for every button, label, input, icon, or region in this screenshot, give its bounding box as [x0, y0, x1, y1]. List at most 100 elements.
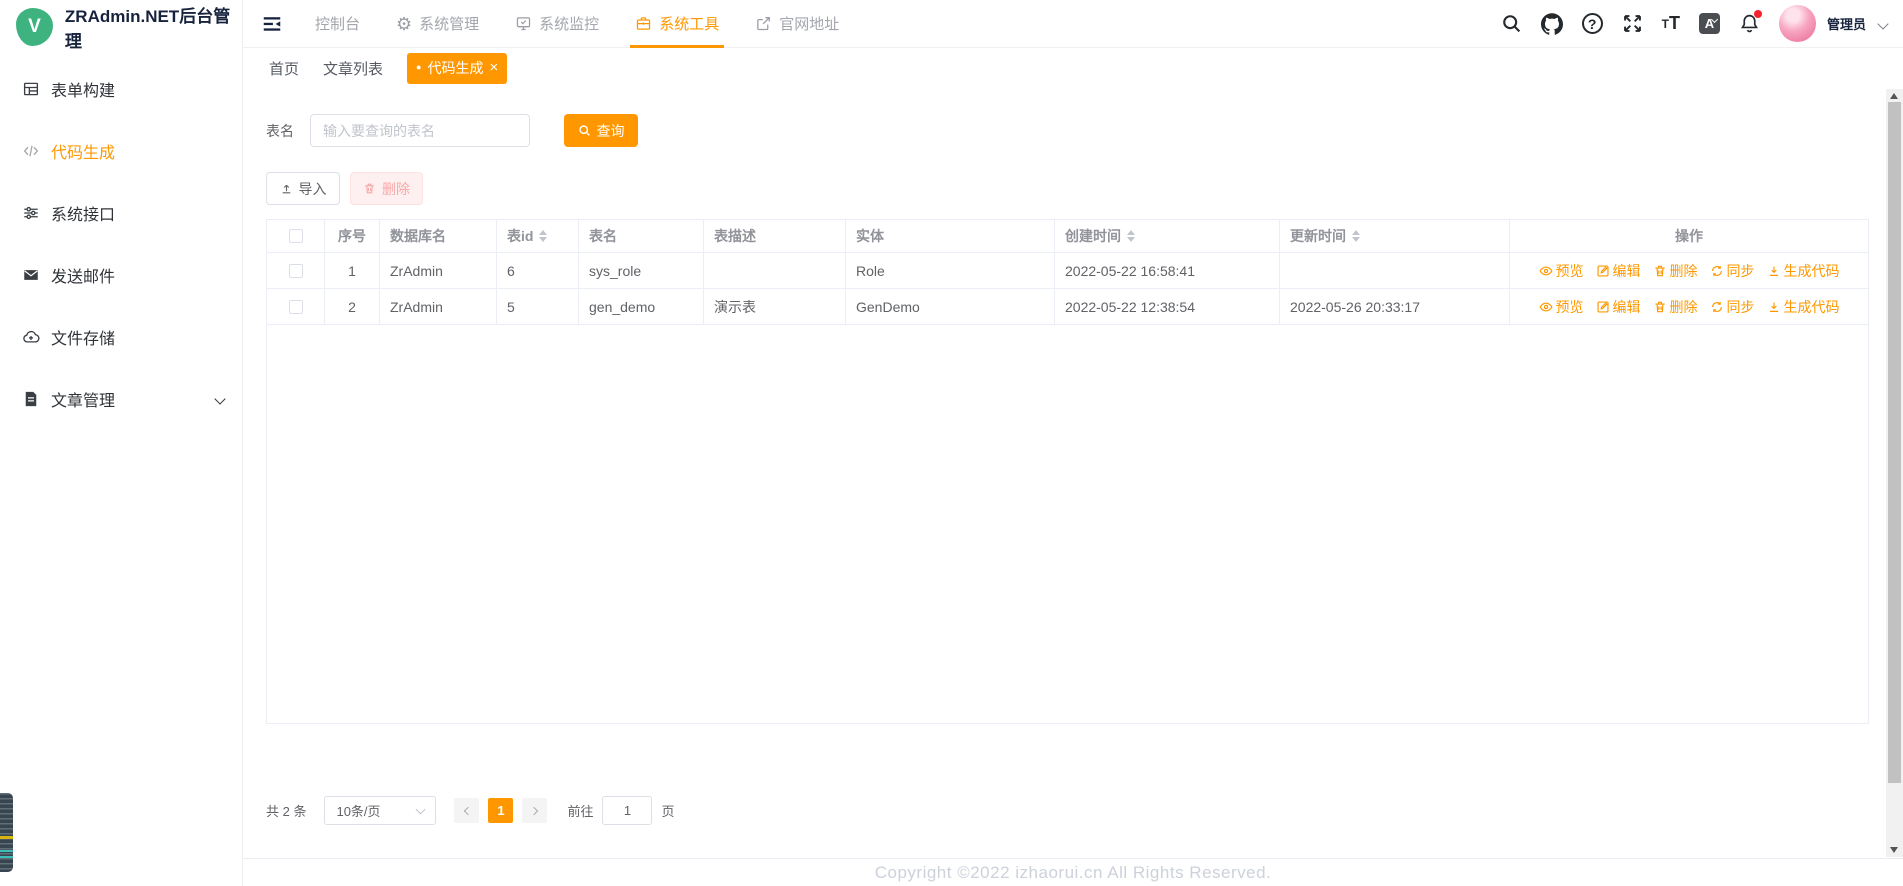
- delete-button[interactable]: 删除: [350, 172, 423, 205]
- sidebar-item-system-api[interactable]: 系统接口: [0, 182, 242, 244]
- code-icon: [22, 142, 40, 160]
- footer: Copyright ©2022 izhaorui.cn All Rights R…: [243, 858, 1903, 886]
- sidebar-item-label: 文件存储: [51, 331, 116, 348]
- page-size-select[interactable]: 10条/页: [324, 796, 437, 825]
- user-name[interactable]: 管理员: [1827, 14, 1866, 33]
- edit-link[interactable]: 编辑: [1596, 297, 1641, 317]
- cell-updated: [1280, 253, 1510, 288]
- topnav-system-management[interactable]: 系统管理: [378, 0, 497, 48]
- app-root: V ZRAdmin.NET后台管理 表单构建 代码生成 系统接口 发送邮件 文件…: [0, 0, 1903, 886]
- chevron-right-icon: [529, 806, 539, 815]
- cell-table-id: 6: [497, 253, 579, 288]
- active-dot-icon: ●: [416, 62, 422, 72]
- sync-link[interactable]: 同步: [1710, 261, 1755, 281]
- chevron-down-icon[interactable]: [1877, 15, 1889, 33]
- header-select-all: [267, 220, 325, 252]
- tabs-bar: 首页 文章列表 ● 代码生成 ×: [243, 48, 1903, 88]
- scroll-down-arrow[interactable]: [1890, 847, 1898, 853]
- delete-link[interactable]: 删除: [1653, 261, 1698, 281]
- sidebar-menu: 表单构建 代码生成 系统接口 发送邮件 文件存储 文章管理: [0, 58, 242, 430]
- sort-caret-icon[interactable]: [1127, 230, 1135, 242]
- search-button[interactable]: 查询: [564, 114, 638, 147]
- data-table: 序号 数据库名 表id 表名 表描述 实体 创建时间 更新时间 操作 1 ZrA…: [266, 219, 1869, 724]
- generate-code-link[interactable]: 生成代码: [1767, 261, 1840, 281]
- header-database: 数据库名: [380, 220, 497, 252]
- next-page-button[interactable]: [522, 798, 548, 823]
- pagination: 共 2 条 10条/页 1 前往 页: [266, 796, 1869, 825]
- sidebar-item-label: 文章管理: [51, 393, 116, 410]
- cell-entity: Role: [846, 253, 1055, 288]
- sidebar-item-code-generation[interactable]: 代码生成: [0, 120, 242, 182]
- close-icon[interactable]: ×: [489, 60, 498, 75]
- header-table-id: 表id: [497, 220, 579, 252]
- tab-code-generation[interactable]: ● 代码生成 ×: [407, 52, 508, 84]
- tab-article-list[interactable]: 文章列表: [323, 58, 383, 79]
- page-number-button[interactable]: 1: [488, 798, 514, 823]
- scrollbar[interactable]: [1886, 89, 1903, 857]
- sidebar-item-file-storage[interactable]: 文件存储: [0, 306, 242, 368]
- sidebar-item-form-builder[interactable]: 表单构建: [0, 58, 242, 120]
- topnav-label: 系统工具: [659, 16, 720, 33]
- external-link-icon: [755, 15, 772, 32]
- fullscreen-icon[interactable]: [1622, 13, 1643, 34]
- avatar[interactable]: [1778, 5, 1816, 42]
- github-icon[interactable]: [1540, 12, 1563, 35]
- pagination-total: 共 2 条: [266, 804, 307, 819]
- cloud-upload-icon: [22, 328, 40, 346]
- preview-link[interactable]: 预览: [1539, 261, 1584, 281]
- sidebar: V ZRAdmin.NET后台管理 表单构建 代码生成 系统接口 发送邮件 文件…: [0, 0, 243, 886]
- table-name-input[interactable]: [310, 114, 530, 147]
- sync-link[interactable]: 同步: [1710, 297, 1755, 317]
- cell-actions: 预览 编辑 删除 同步 生成代码: [1510, 253, 1868, 288]
- cell-table-desc: [704, 253, 846, 288]
- font-size-icon[interactable]: TT: [1662, 13, 1680, 34]
- cell-created: 2022-05-22 16:58:41: [1055, 253, 1280, 288]
- cell-created: 2022-05-22 12:38:54: [1055, 289, 1280, 324]
- delete-link[interactable]: 删除: [1653, 297, 1698, 317]
- prev-page-button[interactable]: [454, 798, 480, 823]
- topnav-system-monitor[interactable]: 系统监控: [497, 0, 617, 48]
- scroll-up-arrow[interactable]: [1890, 93, 1898, 99]
- chevron-down-icon[interactable]: [214, 390, 226, 408]
- mail-icon: [22, 266, 40, 284]
- topnav-console[interactable]: 控制台: [297, 0, 378, 48]
- topnav-system-tools[interactable]: 系统工具: [617, 0, 737, 48]
- topnav-official-site[interactable]: 官网地址: [737, 0, 857, 48]
- search-icon[interactable]: [1501, 13, 1522, 34]
- server-widget-handle[interactable]: [0, 793, 13, 872]
- topnav-label: 官网地址: [779, 16, 840, 33]
- import-button-label: 导入: [298, 180, 327, 197]
- row-checkbox[interactable]: [288, 299, 303, 314]
- search-button-label: 查询: [596, 122, 625, 139]
- preview-link[interactable]: 预览: [1539, 297, 1584, 317]
- goto-page-input[interactable]: [602, 796, 653, 825]
- generate-code-link[interactable]: 生成代码: [1767, 297, 1840, 317]
- help-icon[interactable]: [1581, 13, 1603, 34]
- sort-caret-icon[interactable]: [1352, 230, 1360, 242]
- table-row: 1 ZrAdmin 6 sys_role Role 2022-05-22 16:…: [267, 253, 1868, 289]
- download-icon: [1769, 266, 1778, 276]
- tab-home[interactable]: 首页: [269, 58, 299, 79]
- trash-icon: [1654, 265, 1665, 276]
- cell-seq: 2: [325, 289, 380, 324]
- eye-icon: [1539, 302, 1552, 311]
- edit-link[interactable]: 编辑: [1596, 261, 1641, 281]
- row-checkbox[interactable]: [288, 263, 303, 278]
- header-seq: 序号: [325, 220, 380, 252]
- menu-fold-icon[interactable]: [261, 13, 283, 35]
- translate-icon[interactable]: [1698, 13, 1720, 34]
- sidebar-item-send-mail[interactable]: 发送邮件: [0, 244, 242, 306]
- bell-icon[interactable]: [1739, 10, 1762, 34]
- select-all-checkbox[interactable]: [288, 229, 303, 243]
- cell-seq: 1: [325, 253, 380, 288]
- page-size-value: 10条/页: [336, 804, 381, 819]
- import-button[interactable]: 导入: [266, 172, 340, 205]
- header-created: 创建时间: [1055, 220, 1280, 252]
- sort-caret-icon[interactable]: [539, 230, 548, 242]
- sliders-icon: [22, 204, 40, 222]
- sidebar-item-article-management[interactable]: 文章管理: [0, 368, 242, 430]
- scrollbar-thumb[interactable]: [1888, 102, 1901, 783]
- download-icon: [1769, 302, 1778, 312]
- topnav-label: 系统管理: [419, 16, 480, 33]
- topbar-right: TT 管理员: [1501, 5, 1889, 42]
